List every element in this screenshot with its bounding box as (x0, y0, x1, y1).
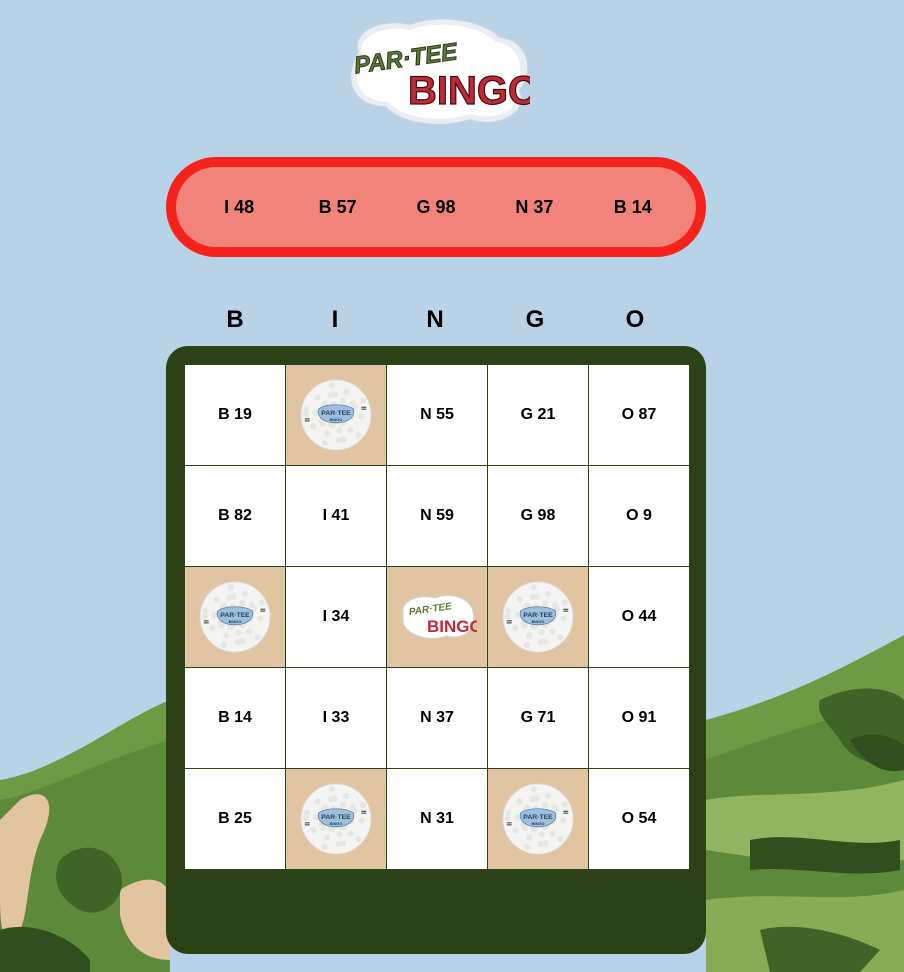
bingo-cell[interactable]: N 55PAR·TEEBINGO (387, 365, 487, 465)
called-number: B 14 (613, 196, 652, 217)
bingo-grid: B 19PAR·TEEBINGOI 48PAR·TEEBINGON 55PAR·… (185, 365, 689, 869)
cell-label: O 54 (621, 810, 657, 827)
bingo-cell[interactable]: G 71PAR·TEEBINGO (488, 668, 588, 768)
svg-text:BINGO: BINGO (330, 417, 343, 422)
header-letter-b: B (226, 306, 244, 333)
free-space-cell[interactable]: FREEPAR·TEEBINGO (387, 567, 487, 667)
bingo-cell[interactable]: G 98PAR·TEEBINGO (488, 567, 588, 667)
header-letter-g: G (525, 306, 545, 333)
cell-label: B 14 (218, 709, 252, 726)
bingo-cell[interactable]: G 98PAR·TEEBINGO (488, 769, 588, 869)
header-letter-o: O (625, 306, 645, 333)
svg-text:BINGO: BINGO (330, 821, 343, 826)
bingo-cell[interactable]: B 25PAR·TEEBINGO (185, 769, 285, 869)
cell-label: O 44 (621, 608, 657, 625)
svg-text:BINGO: BINGO (427, 617, 477, 636)
cell-label: G 71 (520, 709, 556, 726)
called-number: B 57 (318, 196, 357, 217)
bingo-cell[interactable]: B 14PAR·TEEBINGO (185, 668, 285, 768)
cell-label: O 87 (621, 406, 657, 423)
bingo-cell[interactable]: O 9PAR·TEEBINGO (589, 466, 689, 566)
svg-text:BINGO: BINGO (532, 619, 545, 624)
logo-bottom-text: BINGO (408, 69, 530, 113)
cell-label: N 37 (420, 709, 454, 726)
golf-ball-marker-icon: PAR·TEEBINGO (300, 783, 372, 855)
bingo-cell[interactable]: I 41PAR·TEEBINGO (286, 466, 386, 566)
bingo-cell[interactable]: I 33PAR·TEEBINGO (286, 668, 386, 768)
cell-label: B 82 (218, 507, 252, 524)
bingo-cell[interactable]: I 34PAR·TEEBINGO (286, 567, 386, 667)
bingo-cell[interactable]: N 31PAR·TEEBINGO (387, 769, 487, 869)
cell-label: O 9 (626, 507, 652, 524)
called-numbers-bar: I 48 B 57 G 98 N 37 B 14 (166, 157, 706, 257)
called-number: N 37 (515, 196, 554, 217)
bingo-header: BINGO (185, 306, 685, 338)
cell-label: N 59 (420, 507, 454, 524)
bingo-cell[interactable]: G 98PAR·TEEBINGO (488, 466, 588, 566)
cell-label: B 25 (218, 810, 252, 827)
bingo-cell[interactable]: B 19PAR·TEEBINGO (185, 365, 285, 465)
bingo-cell[interactable]: O 44PAR·TEEBINGO (589, 567, 689, 667)
bingo-cell[interactable]: I 48PAR·TEEBINGO (286, 365, 386, 465)
cell-label: I 34 (322, 608, 350, 625)
called-number: G 98 (416, 196, 456, 217)
bingo-cell[interactable]: I 48PAR·TEEBINGO (286, 769, 386, 869)
cell-label: N 31 (420, 810, 454, 827)
bingo-cell[interactable]: N 37PAR·TEEBINGO (387, 668, 487, 768)
cell-label: N 55 (420, 406, 454, 423)
bingo-cell[interactable]: O 54PAR·TEEBINGO (589, 769, 689, 869)
bingo-cell[interactable]: O 91PAR·TEEBINGO (589, 668, 689, 768)
bingo-cell[interactable]: O 87PAR·TEEBINGO (589, 365, 689, 465)
bingo-cell[interactable]: N 59PAR·TEEBINGO (387, 466, 487, 566)
free-space-logo-icon: PAR·TEEBINGO (402, 595, 477, 639)
cell-label: G 98 (520, 507, 556, 524)
bingo-cell[interactable]: B 57PAR·TEEBINGO (185, 567, 285, 667)
svg-text:BINGO: BINGO (229, 619, 242, 624)
golf-ball-marker-icon: PAR·TEEBINGO (502, 581, 574, 653)
bingo-cell[interactable]: B 82PAR·TEEBINGO (185, 466, 285, 566)
cell-label: I 33 (322, 709, 350, 726)
bingo-cell[interactable]: G 21PAR·TEEBINGO (488, 365, 588, 465)
svg-text:BINGO: BINGO (532, 821, 545, 826)
golf-ball-marker-icon: PAR·TEEBINGO (300, 379, 372, 451)
header-letter-i: I (331, 306, 339, 333)
header-letter-n: N (426, 306, 444, 333)
cell-label: O 91 (621, 709, 657, 726)
golf-ball-marker-icon: PAR·TEEBINGO (199, 581, 271, 653)
bingo-card: B 19PAR·TEEBINGOI 48PAR·TEEBINGON 55PAR·… (166, 346, 706, 954)
called-number: I 48 (224, 196, 255, 217)
par-tee-bingo-logo: PAR·TEE BINGO (340, 12, 530, 128)
cell-label: G 21 (520, 406, 556, 423)
cell-label: I 41 (322, 507, 350, 524)
golf-ball-marker-icon: PAR·TEEBINGO (502, 783, 574, 855)
cell-label: B 19 (218, 406, 252, 423)
